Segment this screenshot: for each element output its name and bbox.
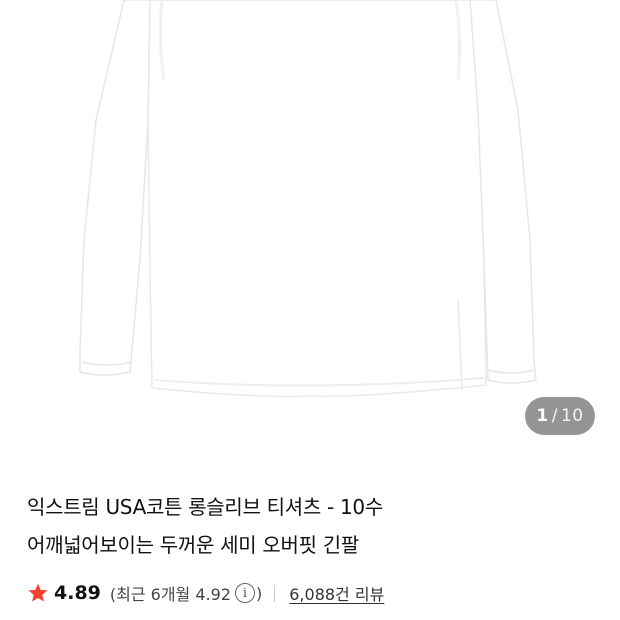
rating-row: 4.89 (최근 6개월 4.92 i ) 6,088건 리뷰: [27, 578, 384, 608]
image-counter-total: 10: [560, 406, 584, 426]
product-title-line-1: 익스트림 USA코튼 롱슬리브 티셔츠 - 10수: [27, 495, 383, 519]
long-sleeve-tshirt-image: [79, 0, 537, 398]
info-icon[interactable]: i: [235, 583, 255, 603]
star-icon: [28, 583, 48, 602]
review-count-link[interactable]: 6,088건 리뷰: [289, 581, 384, 605]
recent-rating-text: (최근 6개월 4.92: [109, 585, 231, 604]
image-counter-separator: /: [551, 406, 558, 426]
recent-rating-close: ): [256, 583, 263, 603]
recent-rating: (최근 6개월 4.92 i ): [110, 581, 262, 605]
rating-score: 4.89: [54, 582, 101, 604]
image-counter-current: 1: [536, 406, 549, 426]
product-title-line-2: 어깨넓어보이는 두꺼운 세미 오버핏 긴팔: [27, 533, 359, 557]
product-image-gallery[interactable]: 1 / 10: [0, 0, 620, 458]
divider: [274, 584, 276, 602]
product-title: 익스트림 USA코튼 롱슬리브 티셔츠 - 10수 어깨넓어보이는 두꺼운 세미…: [27, 488, 597, 564]
image-counter-badge: 1 / 10: [525, 397, 595, 435]
